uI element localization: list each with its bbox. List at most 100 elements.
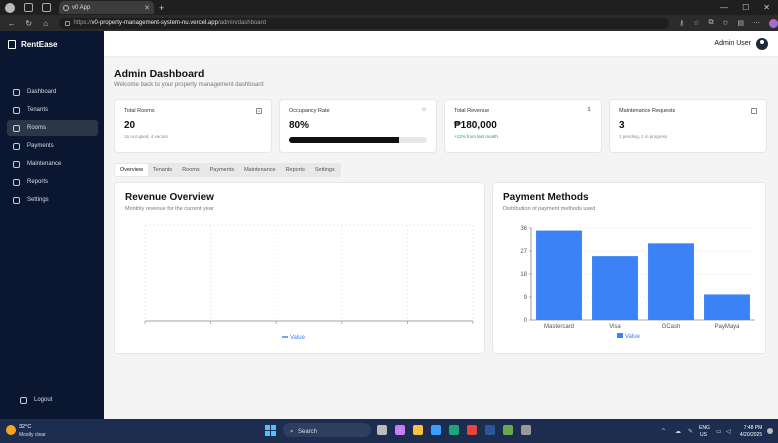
collections-icon[interactable]: ▤ bbox=[737, 19, 744, 28]
card-title: Total Rooms bbox=[124, 108, 155, 114]
app-icon[interactable] bbox=[521, 425, 531, 435]
sidebar-item-label: Payments bbox=[27, 143, 54, 149]
payment-legend[interactable]: Value bbox=[617, 333, 641, 340]
home-icon[interactable]: ⌂ bbox=[41, 19, 51, 28]
sidebar-item-rooms[interactable]: Rooms bbox=[7, 120, 98, 136]
wrench-icon bbox=[13, 160, 20, 168]
revenue-legend[interactable]: Value bbox=[282, 335, 306, 341]
sidebar-item-settings[interactable]: Settings bbox=[7, 192, 98, 208]
url-path: /admin/dashboard bbox=[217, 20, 266, 26]
sidebar: RentEase Dashboard Tenants Rooms Payments Ma… bbox=[0, 31, 104, 419]
tab-rooms[interactable]: Rooms bbox=[177, 164, 204, 176]
file-explorer-icon[interactable] bbox=[413, 425, 423, 435]
profile-icon[interactable] bbox=[5, 2, 15, 13]
maximize-icon[interactable]: ☐ bbox=[742, 3, 749, 12]
users-icon bbox=[13, 106, 20, 114]
document-icon bbox=[13, 178, 20, 186]
key-icon[interactable]: ⚷ bbox=[679, 19, 684, 28]
volume-icon[interactable]: ◁ bbox=[726, 428, 731, 435]
tab-actions-icon[interactable] bbox=[24, 3, 33, 12]
card-sub: +12% from last month bbox=[454, 134, 498, 139]
users-icon: ⚇ bbox=[421, 107, 427, 113]
top-header: Admin User bbox=[104, 31, 778, 57]
word-icon[interactable] bbox=[485, 425, 495, 435]
back-icon[interactable]: ← bbox=[7, 19, 17, 28]
card-total-revenue: Total Revenue $ ₱180,000 +12% from last … bbox=[444, 99, 602, 153]
browser-toolbar: ⚷ ☆ ⧉ ✩ ▤ ⋯ bbox=[679, 18, 778, 28]
cloud-icon[interactable]: ☁ bbox=[675, 428, 681, 435]
copilot-icon[interactable] bbox=[769, 18, 778, 28]
chrome-icon[interactable] bbox=[467, 425, 477, 435]
tab-settings[interactable]: Settings bbox=[310, 164, 340, 176]
bar-paymaya[interactable] bbox=[704, 294, 750, 320]
globe-icon bbox=[63, 4, 69, 11]
tab-groups-icon[interactable] bbox=[42, 3, 51, 12]
lock-icon bbox=[64, 20, 70, 26]
copilot-icon[interactable] bbox=[395, 425, 405, 435]
photos-icon[interactable] bbox=[431, 425, 441, 435]
tab-maintenance[interactable]: Maintenance bbox=[239, 164, 281, 176]
wifi-icon[interactable]: ▭ bbox=[716, 428, 722, 435]
sidebar-item-label: Reports bbox=[27, 179, 49, 185]
more-icon[interactable]: ⋯ bbox=[753, 19, 760, 28]
card-sub: 1 pending, 1 in progress bbox=[619, 134, 668, 139]
bar-visa[interactable] bbox=[592, 256, 638, 320]
new-tab-icon[interactable]: + bbox=[159, 3, 164, 13]
legend-swatch bbox=[617, 333, 623, 338]
sidebar-item-dashboard[interactable]: Dashboard bbox=[7, 84, 98, 100]
sidebar-item-maintenance[interactable]: Maintenance bbox=[7, 156, 98, 172]
payment-methods-panel: 0 9 18 27 36 Mastercard Visa GCash PayMaya Value … bbox=[492, 182, 766, 354]
edge-icon[interactable] bbox=[449, 425, 459, 435]
close-window-icon[interactable]: ✕ bbox=[763, 3, 770, 12]
bar-mastercard[interactable] bbox=[536, 230, 582, 320]
user-name: Admin User bbox=[714, 40, 751, 47]
tab-payments[interactable]: Payments bbox=[205, 164, 239, 176]
tab-reports[interactable]: Reports bbox=[281, 164, 310, 176]
app: RentEase Dashboard Tenants Rooms Payments Ma… bbox=[0, 31, 778, 419]
brand[interactable]: RentEase bbox=[0, 31, 104, 58]
tab-tenants[interactable]: Tenants bbox=[148, 164, 177, 176]
region: US bbox=[700, 432, 708, 438]
stat-cards: Total Rooms ⌂ 20 16 occupied, 4 vacant O… bbox=[114, 99, 778, 153]
notification-icon[interactable] bbox=[767, 428, 773, 434]
url-field[interactable]: https:// v0-property-management-system-n… bbox=[58, 17, 670, 29]
task-view-icon[interactable] bbox=[377, 425, 387, 435]
dollar-icon: $ bbox=[587, 107, 591, 113]
weather-icon[interactable] bbox=[6, 425, 16, 435]
windows-taskbar: 32°C Mostly clear ⌕ Search ^ ☁ ✎ ENGUS ▭ ◁ 7:48 PM… bbox=[0, 419, 778, 443]
tab-overview[interactable]: Overview bbox=[115, 164, 148, 176]
minimize-icon[interactable]: — bbox=[720, 3, 728, 12]
window-controls: — ☐ ✕ bbox=[720, 3, 778, 12]
favorites-icon[interactable]: ✩ bbox=[723, 19, 729, 28]
x-tick-label: Visa bbox=[609, 324, 621, 330]
sidebar-item-payments[interactable]: Payments bbox=[7, 138, 98, 154]
dashboard-tabs: Overview Tenants Rooms Payments Maintenance R… bbox=[114, 163, 341, 177]
chevron-up-icon[interactable]: ^ bbox=[661, 428, 666, 435]
page-subtitle: Welcome back to your property management… bbox=[114, 82, 264, 88]
chart-panels: Value Revenue Overview Monthly revenue f… bbox=[114, 182, 778, 354]
pen-icon[interactable]: ✎ bbox=[688, 428, 693, 435]
card-maintenance-requests: Maintenance Requests 3 1 pending, 1 in p… bbox=[609, 99, 767, 153]
extensions-icon[interactable]: ⧉ bbox=[709, 19, 714, 28]
taskbar-search[interactable] bbox=[283, 423, 371, 437]
logout-button[interactable]: Logout bbox=[14, 392, 52, 408]
minecraft-icon[interactable] bbox=[503, 425, 513, 435]
occupancy-progress-fill bbox=[289, 137, 400, 143]
close-tab-icon[interactable]: ✕ bbox=[144, 4, 150, 12]
reload-icon[interactable]: ↻ bbox=[24, 19, 34, 28]
browser-tab[interactable]: v0 App ✕ bbox=[59, 1, 154, 14]
sidebar-item-tenants[interactable]: Tenants bbox=[7, 102, 98, 118]
user-avatar-icon[interactable] bbox=[756, 37, 768, 50]
brand-name: RentEase bbox=[21, 40, 58, 49]
language[interactable]: ENG bbox=[699, 425, 710, 431]
star-icon[interactable]: ☆ bbox=[693, 19, 699, 28]
home-icon: ⌂ bbox=[256, 108, 262, 114]
weather-desc: Mostly clear bbox=[19, 432, 46, 438]
bar-gcash[interactable] bbox=[648, 243, 694, 320]
message-icon bbox=[751, 108, 757, 114]
sidebar-item-label: Dashboard bbox=[27, 89, 57, 95]
sidebar-item-label: Maintenance bbox=[27, 161, 62, 167]
occupancy-progress bbox=[289, 137, 427, 143]
sidebar-item-reports[interactable]: Reports bbox=[7, 174, 98, 190]
clock-time[interactable]: 7:48 PM bbox=[744, 425, 763, 431]
